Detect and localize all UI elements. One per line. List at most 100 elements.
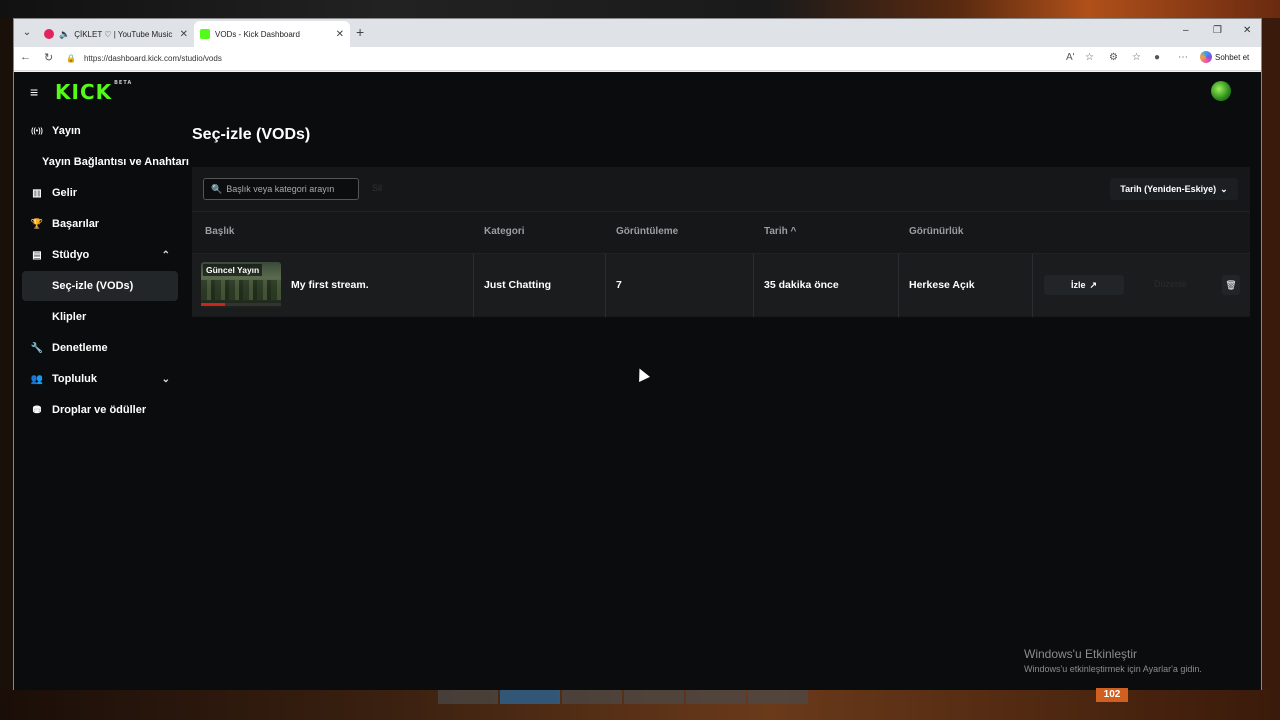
tab-title: VODs - Kick Dashboard <box>215 29 300 39</box>
taskbar-app[interactable] <box>686 690 746 704</box>
taskbar <box>438 690 808 706</box>
table-row[interactable]: Güncel Yayın My first stream. Just Chatt… <box>192 253 1250 317</box>
favorite-star-icon[interactable]: ☆ <box>1085 52 1094 63</box>
sort-select[interactable]: Tarih (Yeniden-Eskiye) ⌄ <box>1110 178 1238 200</box>
tab-kick-dashboard[interactable]: VODs - Kick Dashboard ✕ <box>194 21 350 47</box>
address-bar: ← ↻ 🔒 https://dashboard.kick.com/studio/… <box>14 47 1261 71</box>
hamburger-menu-icon[interactable]: ≡ <box>30 84 38 100</box>
delete-button[interactable]: 🗑 <box>1222 275 1240 295</box>
trash-icon: 🗑 <box>1225 279 1237 290</box>
taskbar-app[interactable] <box>624 690 684 704</box>
header-visibility[interactable]: Görünürlük <box>909 226 963 237</box>
chevron-up-icon[interactable]: ⌃ <box>162 250 170 261</box>
progress-bar <box>201 303 281 306</box>
beta-badge: BETA <box>114 80 133 86</box>
tab-list-dropdown-icon[interactable]: ⌄ <box>18 25 36 41</box>
tab-youtube-music[interactable]: 🔈 ÇİKLET ♡ | YouTube Music ✕ <box>38 21 194 47</box>
header-views[interactable]: Görüntüleme <box>616 226 678 237</box>
column-divider <box>1032 254 1033 317</box>
sidebar-item-stream-key[interactable]: Yayın Bağlantısı ve Anahtarı <box>22 147 192 177</box>
refresh-icon[interactable]: ↻ <box>44 51 53 64</box>
sidebar-item-yayin[interactable]: ((•)) Yayın <box>22 116 178 146</box>
logo-text: KICK <box>55 80 113 104</box>
maximize-icon[interactable]: ❐ <box>1213 25 1222 36</box>
back-arrow-icon[interactable]: ← <box>20 51 31 63</box>
user-avatar[interactable] <box>1211 81 1231 101</box>
lock-icon: 🔒 <box>66 54 76 63</box>
windows-activation-watermark: Windows'u Etkinleştir Windows'u etkinleş… <box>1024 647 1202 674</box>
table-header: Başlık Kategori Görüntüleme Tarih ^ Görü… <box>192 211 1250 253</box>
external-link-icon: ↗ <box>1089 279 1098 290</box>
new-tab-plus-icon[interactable]: + <box>356 24 364 40</box>
tab-close-icon[interactable]: ✕ <box>180 29 188 40</box>
edit-button[interactable]: Düzenle <box>1154 279 1187 289</box>
sidebar-item-gelir[interactable]: ▥ Gelir <box>22 178 178 208</box>
wrench-icon: 🔧 <box>30 342 44 354</box>
youtube-music-favicon-icon <box>44 29 54 39</box>
trophy-icon: 🏆 <box>30 218 44 230</box>
sidebar-item-basarilar[interactable]: 🏆 Başarılar <box>22 209 178 239</box>
sidebar-item-label: Yayın <box>52 125 81 137</box>
kick-logo[interactable]: KICK BETA <box>55 80 132 104</box>
sidebar-item-label: Stüdyo <box>52 249 90 261</box>
taskbar-app[interactable] <box>438 690 498 704</box>
search-input[interactable]: 🔍 Başlık veya kategori arayın <box>203 178 359 200</box>
sidebar-item-vods[interactable]: Seç-izle (VODs) <box>22 271 178 301</box>
header-date-label: Tarih <box>764 226 788 237</box>
speaker-icon[interactable]: 🔈 <box>59 29 70 40</box>
current-stream-tag: Güncel Yayın <box>203 264 263 276</box>
sidebar-item-studyo[interactable]: ▤ Stüdyo ⌃ <box>22 240 178 270</box>
more-options-icon[interactable]: ⋯ <box>1178 52 1188 63</box>
sidebar-item-denetleme[interactable]: 🔧 Denetleme <box>22 333 178 363</box>
copilot-label: Sohbet et <box>1215 52 1250 62</box>
header-title[interactable]: Başlık <box>205 226 234 237</box>
broadcast-icon: ((•)) <box>31 127 43 135</box>
extensions-icon[interactable]: ⚙ <box>1109 52 1118 63</box>
copilot-icon <box>1200 51 1212 63</box>
sidebar-item-label: Başarılar <box>52 218 100 230</box>
header-category[interactable]: Kategori <box>484 226 525 237</box>
chart-icon: ▥ <box>32 187 42 199</box>
favorites-bar-icon[interactable]: ☆ <box>1132 52 1141 63</box>
search-placeholder: Başlık veya kategori arayın <box>226 184 335 194</box>
activation-subtitle: Windows'u etkinleştirmek için Ayarlar'a … <box>1024 664 1202 674</box>
window-close-icon[interactable]: ✕ <box>1243 25 1251 36</box>
mouse-cursor-icon <box>634 366 650 382</box>
sidebar-item-label: Yayın Bağlantısı ve Anahtarı <box>42 156 189 168</box>
drops-icon: ⛃ <box>32 404 42 416</box>
read-aloud-icon[interactable]: A' <box>1066 52 1075 63</box>
watch-label: İzle <box>1070 280 1086 290</box>
taskbar-app-active[interactable] <box>500 690 560 704</box>
copilot-button[interactable]: Sohbet et <box>1200 51 1249 63</box>
sidebar-item-topluluk[interactable]: 👥 Topluluk ⌄ <box>22 364 178 394</box>
vod-title[interactable]: My first stream. <box>291 279 369 291</box>
vod-category: Just Chatting <box>484 279 552 291</box>
thumbnail-image <box>201 280 281 300</box>
kick-dashboard: ≡ KICK BETA ((•)) Yayın Yayın Bağlantısı … <box>14 72 1261 690</box>
column-divider <box>473 254 474 317</box>
community-icon: 👥 <box>30 373 44 385</box>
tab-close-icon[interactable]: ✕ <box>336 29 344 40</box>
sidebar-item-klipler[interactable]: Klipler <box>22 302 178 332</box>
sidebar-item-droplar[interactable]: ⛃ Droplar ve ödüller <box>22 395 178 425</box>
desktop-background-top <box>0 0 1280 18</box>
minimize-icon[interactable]: – <box>1183 25 1189 36</box>
url-field[interactable]: 🔒 https://dashboard.kick.com/studio/vods <box>66 51 1066 67</box>
vod-thumbnail[interactable]: Güncel Yayın <box>201 262 281 308</box>
vods-panel: 🔍 Başlık veya kategori arayın Sil Tarih … <box>192 167 1250 317</box>
browser-window: ⌄ 🔈 ÇİKLET ♡ | YouTube Music ✕ VODs - Ki… <box>13 18 1262 690</box>
sidebar-item-label: Topluluk <box>52 373 98 385</box>
watch-button[interactable]: İzle ↗ <box>1044 275 1124 295</box>
header-date[interactable]: Tarih ^ <box>764 226 796 237</box>
taskbar-app[interactable] <box>748 690 808 704</box>
sort-asc-icon: ^ <box>790 226 797 237</box>
url-text: https://dashboard.kick.com/studio/vods <box>83 54 222 63</box>
taskbar-app[interactable] <box>562 690 622 704</box>
tab-bar: ⌄ 🔈 ÇİKLET ♡ | YouTube Music ✕ VODs - Ki… <box>14 19 1261 47</box>
profile-icon[interactable]: ● <box>1154 52 1160 63</box>
sidebar-item-label: Gelir <box>52 187 78 199</box>
desktop-background-right <box>1262 18 1280 688</box>
chevron-down-icon[interactable]: ⌄ <box>162 374 170 385</box>
search-icon: 🔍 <box>211 183 223 194</box>
bulk-delete-button[interactable]: Sil <box>372 183 382 193</box>
